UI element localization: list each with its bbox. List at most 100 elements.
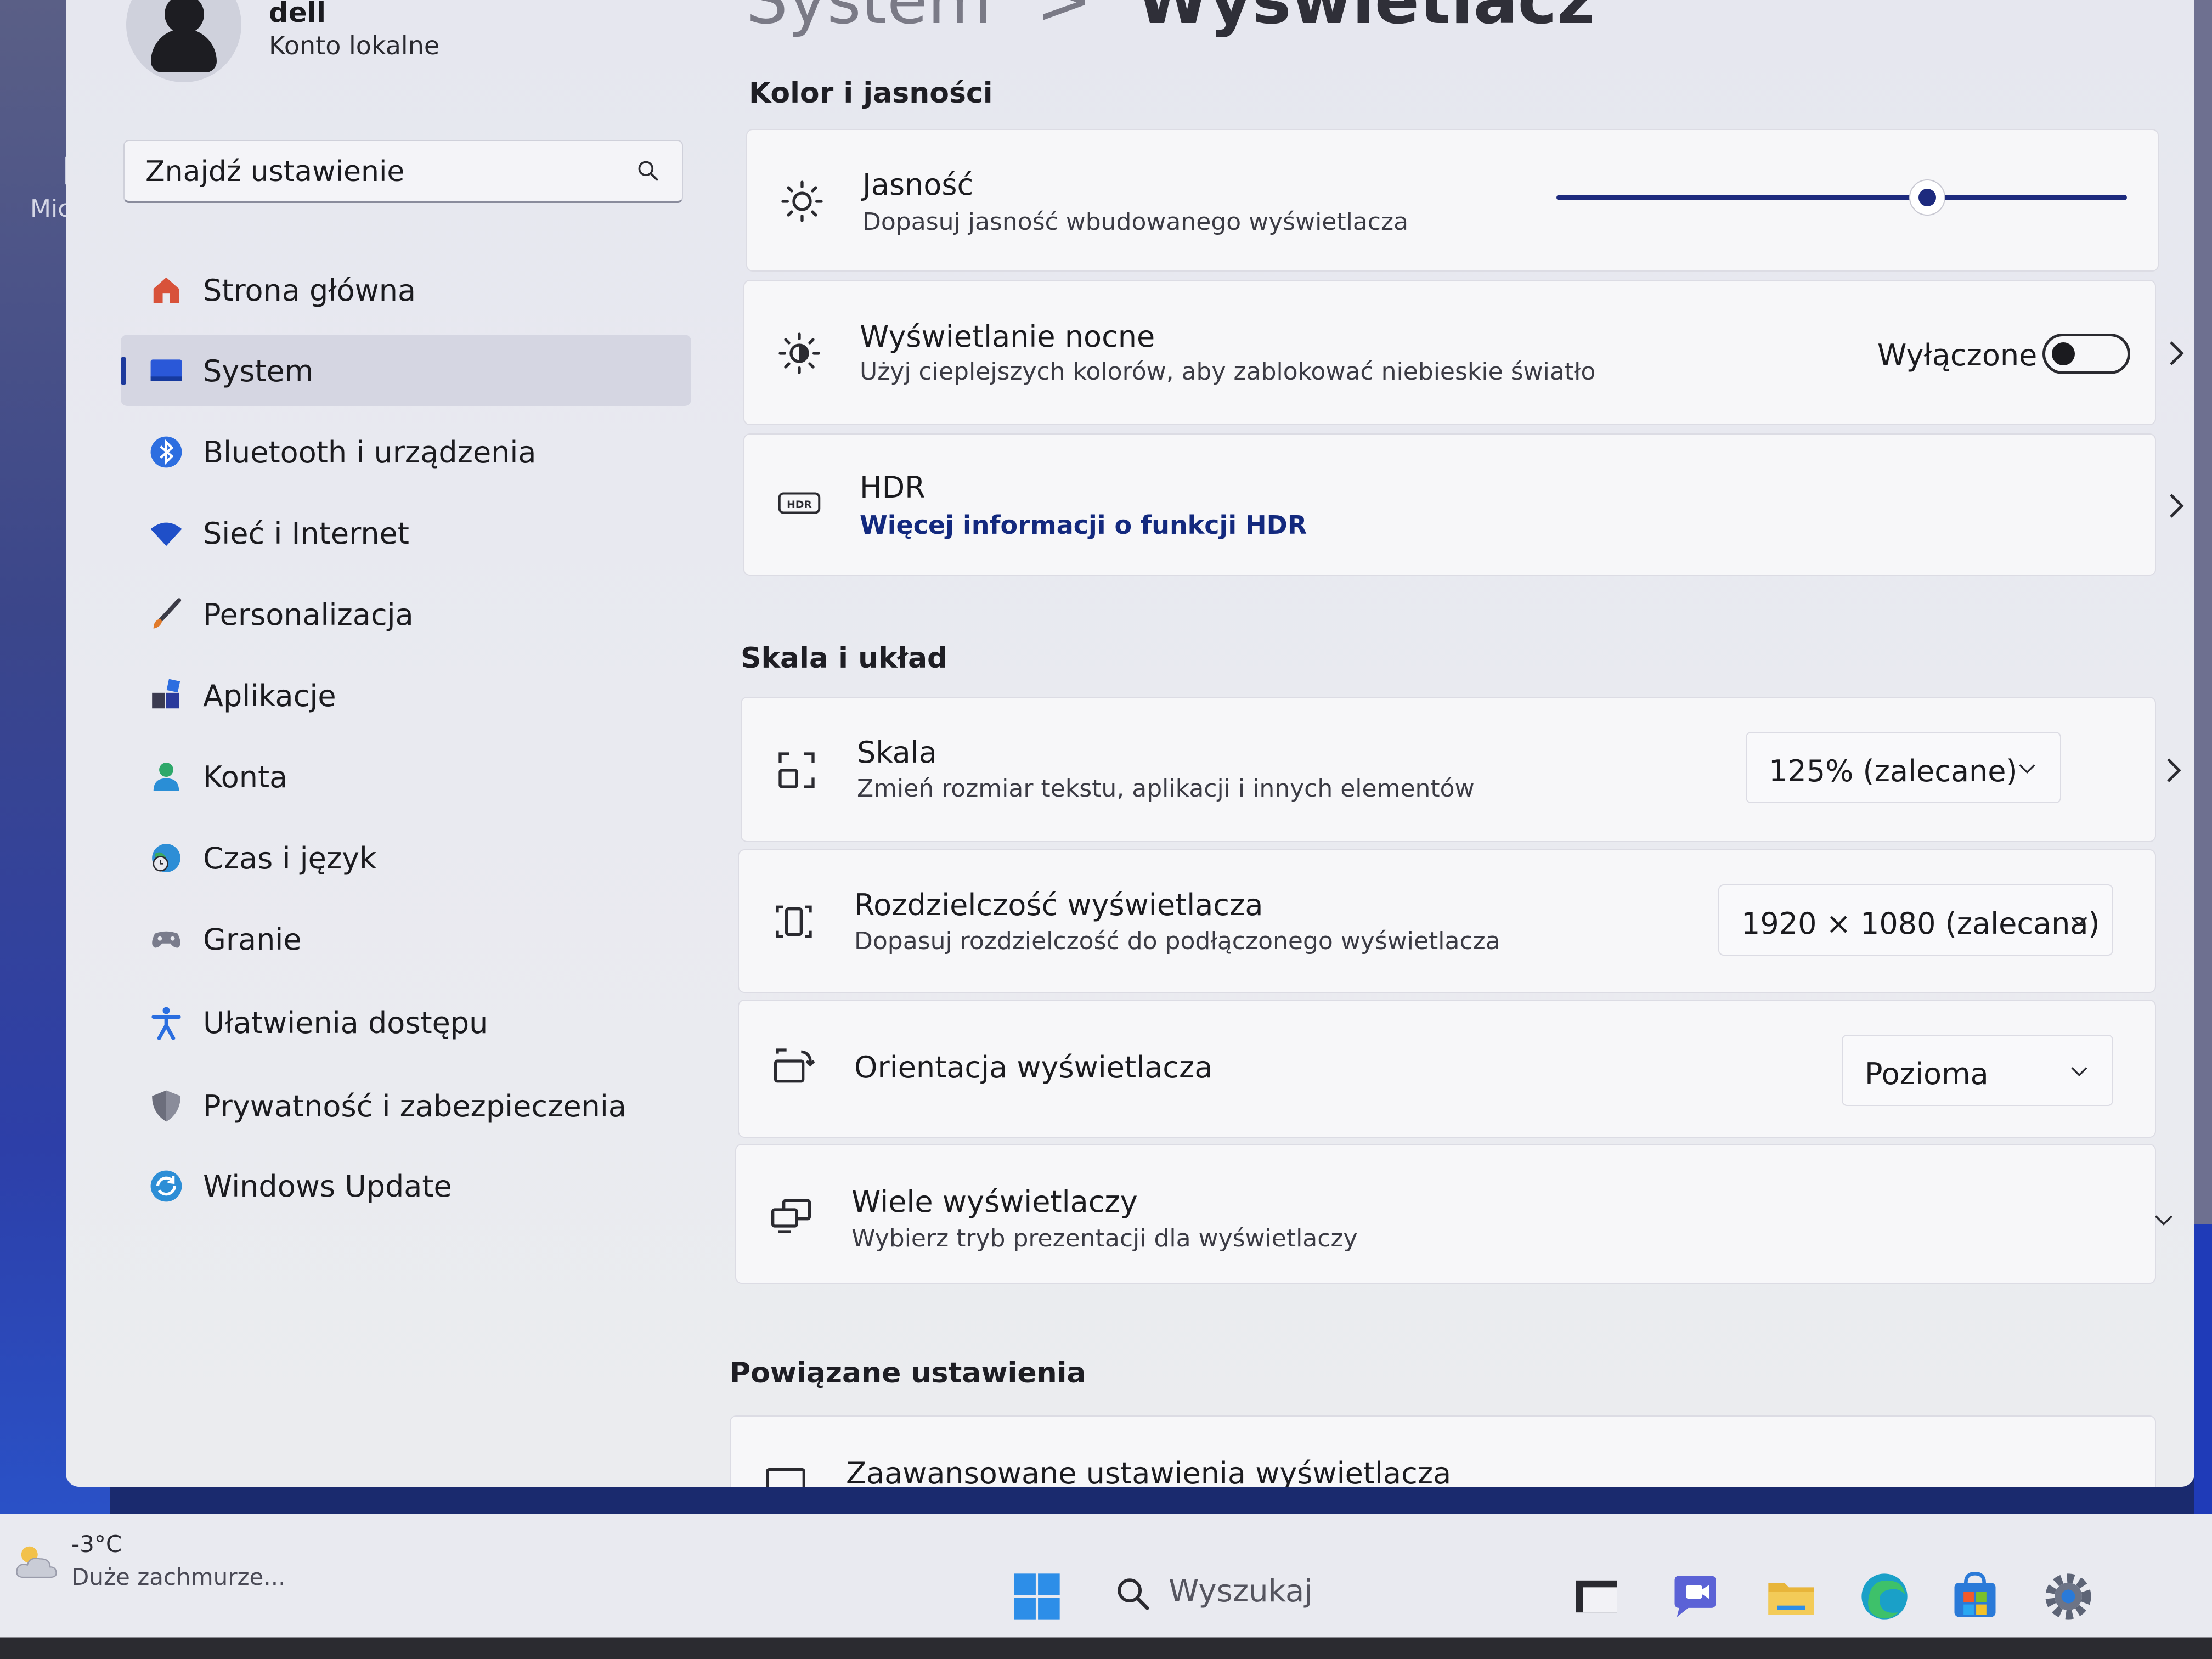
multiple-displays-card[interactable]: Wiele wyświetlaczy Wybierz tryb prezenta… xyxy=(735,1144,2172,1284)
sidebar-item-label: System xyxy=(203,354,314,388)
chevron-right-icon[interactable] xyxy=(2165,489,2187,522)
sidebar-item-apps[interactable]: Aplikacje xyxy=(121,659,691,731)
shield-icon xyxy=(152,1090,180,1122)
store-icon[interactable] xyxy=(1948,1569,2002,1624)
sidebar-item-label: Windows Update xyxy=(203,1169,452,1204)
resolution-icon xyxy=(776,905,812,938)
weather-temperature[interactable]: -3°C xyxy=(71,1531,122,1558)
chevron-down-icon xyxy=(2019,764,2035,774)
sidebar-item-gaming[interactable]: Granie xyxy=(121,903,691,974)
sidebar-item-label: Czas i język xyxy=(203,841,377,876)
sidebar-item-privacy[interactable]: Prywatność i zabezpieczenia xyxy=(121,1070,691,1141)
scale-icon xyxy=(778,752,815,788)
edge-icon[interactable] xyxy=(1857,1569,1912,1624)
monitor-icon xyxy=(766,1468,805,1487)
sidebar-item-windows-update[interactable]: Windows Update xyxy=(121,1150,691,1221)
chevron-down-icon xyxy=(2071,1067,2087,1077)
night-light-card[interactable]: Wyświetlanie nocne Użyj cieplejszych kol… xyxy=(743,280,2184,425)
cloud-sun-icon[interactable] xyxy=(11,1536,60,1585)
sidebar-item-accounts[interactable]: Konta xyxy=(121,741,691,812)
chevron-right-icon[interactable] xyxy=(2163,754,2185,787)
weather-description[interactable]: Duże zachmurze... xyxy=(71,1564,285,1590)
night-light-status: Wyłączone xyxy=(1877,338,2038,373)
section-header-scale: Skala i układ xyxy=(741,642,948,675)
account-name: dell xyxy=(269,0,326,29)
gamepad-icon xyxy=(152,931,180,948)
section-header-related: Powiązane ustawienia xyxy=(730,1357,1086,1390)
breadcrumb-separator: > xyxy=(1036,0,1092,39)
night-light-title: Wyświetlanie nocne xyxy=(860,319,1155,354)
advanced-display-card[interactable]: Zaawansowane ustawienia wyświetlacza xyxy=(730,1415,2156,1487)
multiple-displays-icon xyxy=(771,1199,811,1233)
search-icon[interactable] xyxy=(1114,1575,1152,1613)
multiple-displays-title: Wiele wyświetlaczy xyxy=(851,1184,1138,1219)
sidebar-item-label: Aplikacje xyxy=(203,679,336,713)
home-icon xyxy=(153,277,179,303)
settings-search[interactable] xyxy=(123,140,683,203)
orientation-card: Orientacja wyświetlacza Pozioma xyxy=(738,1000,2156,1138)
sun-icon xyxy=(781,180,823,222)
avatar[interactable] xyxy=(126,0,241,82)
sidebar-item-label: Strona główna xyxy=(203,273,416,308)
start-icon[interactable] xyxy=(1009,1569,1064,1624)
sidebar-item-label: Personalizacja xyxy=(203,597,414,632)
task-view-icon[interactable] xyxy=(1569,1569,1624,1624)
sidebar-item-system[interactable]: System xyxy=(121,335,691,406)
sidebar-item-label: Konta xyxy=(203,760,288,794)
sidebar-item-personalization[interactable]: Personalizacja xyxy=(121,578,691,650)
sidebar-item-home[interactable]: Strona główna xyxy=(121,254,691,325)
scale-dropdown[interactable]: 125% (zalecane) xyxy=(1746,732,2061,803)
scale-subtitle: Zmień rozmiar tekstu, aplikacji i innych… xyxy=(857,775,1475,803)
resolution-subtitle: Dopasuj rozdzielczość do podłączonego wy… xyxy=(854,927,1500,955)
brightness-slider[interactable] xyxy=(1556,179,2127,216)
settings-window: dell Konto lokalne Strona główna System xyxy=(66,0,2194,1487)
brightness-subtitle: Dopasuj jasność wbudowanego wyświetlacza xyxy=(862,208,1409,236)
sidebar-item-time-language[interactable]: Czas i język xyxy=(121,822,691,893)
resolution-value: 1920 × 1080 (zalecana) xyxy=(1741,906,2100,941)
scale-value: 125% (zalecane) xyxy=(1769,754,2018,788)
search-icon[interactable] xyxy=(636,159,660,183)
sidebar-item-bluetooth[interactable]: Bluetooth i urządzenia xyxy=(121,416,691,487)
orientation-icon xyxy=(774,1048,815,1083)
sidebar-item-label: Bluetooth i urządzenia xyxy=(203,435,537,470)
sidebar-item-label: Ułatwienia dostępu xyxy=(203,1006,488,1040)
file-explorer-icon[interactable] xyxy=(1764,1569,1819,1624)
taskbar: -3°C Duże zachmurze... Wyszukaj xyxy=(0,1514,2212,1659)
hdr-learn-more-link[interactable]: Więcej informacji o funkcji HDR xyxy=(860,510,1307,540)
orientation-dropdown[interactable]: Pozioma xyxy=(1842,1035,2113,1106)
orientation-value: Pozioma xyxy=(1865,1057,1989,1091)
wifi-icon xyxy=(150,522,182,546)
scale-card[interactable]: Skala Zmień rozmiar tekstu, aplikacji i … xyxy=(741,697,2181,842)
night-light-toggle[interactable] xyxy=(2042,334,2130,374)
brightness-card: Jasność Dopasuj jasność wbudowanego wyśw… xyxy=(746,129,2159,272)
chevron-down-icon[interactable] xyxy=(2152,1211,2176,1229)
sidebar-item-label: Prywatność i zabezpieczenia xyxy=(203,1089,627,1124)
night-light-icon xyxy=(778,332,820,374)
brightness-slider-thumb[interactable] xyxy=(1909,179,1945,216)
resolution-card: Rozdzielczość wyświetlacza Dopasuj rozdz… xyxy=(738,849,2156,993)
hdr-title: HDR xyxy=(860,470,926,505)
night-light-subtitle: Użyj cieplejszych kolorów, aby zablokowa… xyxy=(860,358,1596,386)
sidebar: dell Konto lokalne Strona główna System xyxy=(66,0,697,1487)
hdr-icon: HDR xyxy=(778,492,821,514)
taskbar-search-label[interactable]: Wyszukaj xyxy=(1169,1573,1313,1609)
section-header-color: Kolor i jasności xyxy=(749,77,993,110)
chevron-right-icon[interactable] xyxy=(2165,337,2187,370)
breadcrumb-parent[interactable]: System xyxy=(746,0,991,39)
sidebar-item-accessibility[interactable]: Ułatwienia dostępu xyxy=(121,986,691,1058)
settings-gear-icon[interactable] xyxy=(2041,1569,2096,1624)
search-input[interactable] xyxy=(125,141,640,202)
sidebar-item-network[interactable]: Sieć i Internet xyxy=(121,497,691,568)
globe-clock-icon xyxy=(152,844,180,872)
resolution-dropdown[interactable]: 1920 × 1080 (zalecana) xyxy=(1718,884,2113,956)
system-icon xyxy=(150,359,182,381)
chat-icon[interactable] xyxy=(1668,1569,1723,1624)
brightness-title: Jasność xyxy=(862,167,974,202)
chevron-down-icon xyxy=(2071,917,2087,927)
multiple-displays-subtitle: Wybierz tryb prezentacji dla wyświetlacz… xyxy=(851,1224,1358,1252)
desktop-background-right xyxy=(2194,0,2212,1531)
hdr-card[interactable]: HDR HDR Więcej informacji o funkcji HDR xyxy=(743,433,2184,576)
scale-title: Skala xyxy=(857,735,937,770)
brush-icon xyxy=(153,598,182,629)
account-type: Konto lokalne xyxy=(269,31,440,60)
